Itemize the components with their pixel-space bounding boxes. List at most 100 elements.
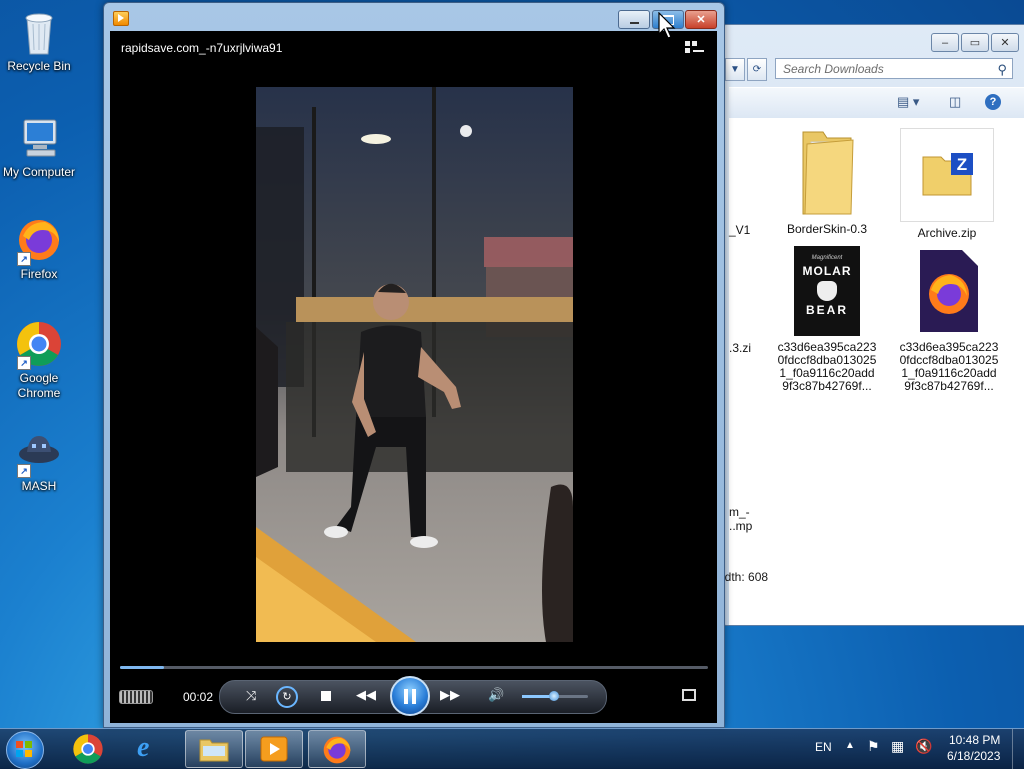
refresh-icon[interactable]: ⟳ xyxy=(747,58,767,81)
player-titlebar[interactable]: ✕ xyxy=(104,3,724,31)
internet-explorer-icon: e xyxy=(137,732,150,763)
shuffle-icon[interactable]: ⤨ xyxy=(246,688,256,704)
thumbnail-caption: MOLAR xyxy=(802,264,852,278)
desktop-icon-label: MASH xyxy=(21,479,57,493)
media-player-app-icon xyxy=(113,11,129,26)
file-item-borderskin[interactable]: BorderSkin-0.3 xyxy=(779,122,875,236)
minimize-button[interactable] xyxy=(618,10,650,29)
search-placeholder: Search Downloads xyxy=(783,62,884,76)
partial-file-label: ..mp xyxy=(729,519,753,533)
desktop-icon-label: My Computer xyxy=(2,165,76,179)
image-thumbnail: Magnificent MOLAR BEAR xyxy=(794,246,860,336)
chrome-icon xyxy=(73,734,103,764)
firefox-file-icon xyxy=(916,246,982,336)
thumbnail-caption: BEAR xyxy=(805,303,848,317)
video-title: rapidsave.com_-n7uxrjlviwa91 xyxy=(121,41,283,55)
svg-text:Z: Z xyxy=(957,155,967,174)
seek-bar-progress xyxy=(120,666,165,669)
shortcut-arrow-icon: ↗ xyxy=(17,464,31,478)
clock-time[interactable]: 10:48 PM xyxy=(949,733,1000,747)
explorer-window-controls: – ▭ ✕ xyxy=(931,33,1019,52)
stop-button[interactable] xyxy=(321,691,331,701)
minimize-button[interactable]: – xyxy=(931,33,959,52)
next-button[interactable]: ▶▶ xyxy=(440,687,460,703)
file-label: c33d6ea395ca2230fdccf8dba0130251_f0a9116… xyxy=(899,340,999,393)
view-options-icon[interactable]: ▤ ▾ xyxy=(897,94,919,110)
chrome-icon: ↗ xyxy=(15,320,63,370)
desktop-icon-label: Firefox xyxy=(20,267,58,281)
recycle-bin-icon xyxy=(15,8,63,56)
start-button[interactable] xyxy=(6,731,44,769)
firefox-icon: ↗ xyxy=(15,216,63,266)
clock-date[interactable]: 6/18/2023 xyxy=(947,749,1000,763)
close-button[interactable]: ✕ xyxy=(685,10,717,29)
desktop-icon-label: Recycle Bin xyxy=(7,59,71,73)
player-controls: 00:02 ⤨ ↻ ◀◀ ▶▶ 🔊 xyxy=(110,676,717,716)
seek-bar[interactable] xyxy=(120,666,708,669)
media-player-window[interactable]: ✕ rapidsave.com_-n7uxrjlviwa91 00:02 ⤨ ↻… xyxy=(103,2,725,728)
previous-button[interactable]: ◀◀ xyxy=(356,687,376,703)
video-area[interactable]: rapidsave.com_-n7uxrjlviwa91 00:02 ⤨ ↻ ◀… xyxy=(110,31,717,723)
volume-slider-thumb[interactable] xyxy=(548,691,559,701)
elapsed-time: 00:02 xyxy=(183,690,214,704)
video-frame-image xyxy=(256,87,573,642)
explorer-nav: ▼ ⟳ xyxy=(725,58,767,81)
desktop-icon-recycle-bin[interactable]: Recycle Bin xyxy=(0,8,78,74)
explorer-window[interactable]: – ▭ ✕ ▼ ⟳ Search Downloads ⚲ ▤ ▾ ◫ ? _V1… xyxy=(720,24,1024,626)
language-indicator[interactable]: EN xyxy=(815,740,832,754)
zip-file-icon: Z xyxy=(900,128,994,222)
explorer-toolbar: ▤ ▾ ◫ ? xyxy=(729,87,1024,119)
video-frame xyxy=(256,87,573,642)
file-label: BorderSkin-0.3 xyxy=(786,222,868,236)
mouse-cursor-icon xyxy=(658,12,676,39)
folder-icon xyxy=(199,739,229,762)
switch-to-library-icon[interactable] xyxy=(685,41,705,55)
maximize-button[interactable]: ▭ xyxy=(961,33,989,52)
taskbar-chrome[interactable] xyxy=(60,730,116,766)
search-icon[interactable]: ⚲ xyxy=(997,59,1007,80)
shortcut-arrow-icon: ↗ xyxy=(17,252,31,266)
action-center-icon[interactable]: ⚑ xyxy=(867,738,880,755)
taskbar-internet-explorer[interactable]: e xyxy=(123,730,179,766)
help-icon[interactable]: ? xyxy=(985,94,1001,110)
search-input[interactable]: Search Downloads ⚲ xyxy=(775,58,1013,79)
taskbar-media-player[interactable] xyxy=(245,730,303,768)
shortcut-arrow-icon: ↗ xyxy=(17,356,31,370)
folder-icon xyxy=(795,122,859,218)
desktop-icon-firefox[interactable]: ↗ Firefox xyxy=(0,216,78,282)
desktop-icon-my-computer[interactable]: My Computer xyxy=(0,114,78,180)
media-player-icon xyxy=(260,736,288,762)
pause-button[interactable] xyxy=(390,676,430,716)
mash-icon: ↗ xyxy=(15,428,63,478)
taskbar-firefox[interactable] xyxy=(308,730,366,768)
repeat-icon[interactable]: ↻ xyxy=(276,686,298,708)
status-bar-text: idth: 608 xyxy=(722,570,769,584)
file-item-firefox-file[interactable]: c33d6ea395ca2230fdccf8dba0130251_f0a9116… xyxy=(899,246,999,393)
file-label: Archive.zip xyxy=(917,226,977,240)
taskbar-explorer[interactable] xyxy=(185,730,243,768)
visualization-icon[interactable] xyxy=(119,690,153,704)
desktop-icon-label: Google Chrome xyxy=(17,371,61,400)
close-button[interactable]: ✕ xyxy=(991,33,1019,52)
tooth-icon xyxy=(817,281,837,301)
partial-file-label: .3.zi xyxy=(729,341,752,355)
switch-to-full-mode-icon[interactable] xyxy=(682,689,696,701)
partial-file-label: m_- xyxy=(729,505,750,519)
firefox-icon xyxy=(323,736,351,764)
volume-muted-icon[interactable]: 🔇 xyxy=(915,738,932,755)
file-item-molar-bear[interactable]: Magnificent MOLAR BEAR c33d6ea395ca2230f… xyxy=(777,246,877,393)
file-label: c33d6ea395ca2230fdccf8dba0130251_f0a9116… xyxy=(777,340,877,393)
volume-icon[interactable]: 🔊 xyxy=(488,687,504,703)
taskbar: e EN ▲ ⚑ ▦ 🔇 10:48 PM 6/18/2023 xyxy=(0,728,1024,769)
preview-pane-icon[interactable]: ◫ xyxy=(949,94,961,110)
show-desktop-button[interactable] xyxy=(1012,729,1024,769)
computer-icon xyxy=(15,114,63,162)
dropdown-arrow-icon[interactable]: ▼ xyxy=(725,58,745,81)
desktop-icon-mash[interactable]: ↗ MASH xyxy=(0,428,78,494)
network-icon[interactable]: ▦ xyxy=(891,738,904,755)
file-item-archive-zip[interactable]: Z Archive.zip xyxy=(899,128,995,240)
partial-file-label: _V1 xyxy=(729,223,751,237)
show-hidden-icons-icon[interactable]: ▲ xyxy=(845,740,855,751)
desktop-icon-google-chrome[interactable]: ↗ Google Chrome xyxy=(0,320,78,401)
file-list: _V1 .3.zi m_- ..mp BorderSkin-0.3 Z Arch… xyxy=(729,118,1024,625)
